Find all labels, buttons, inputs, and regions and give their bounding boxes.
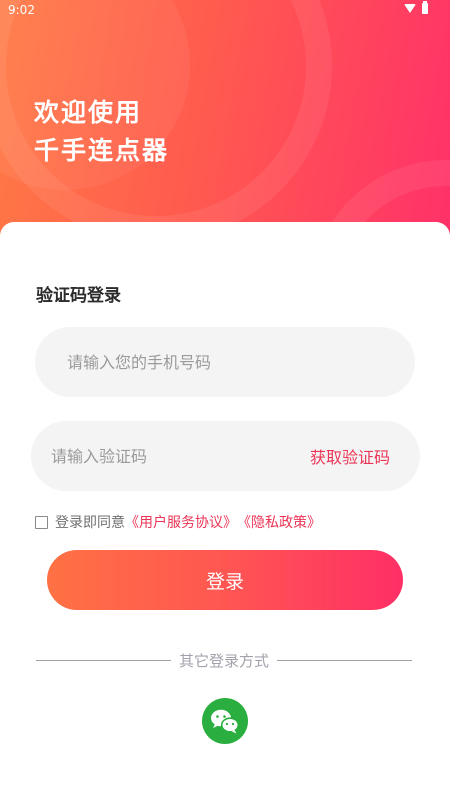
agreement-prefix: 登录即同意: [55, 515, 125, 531]
wechat-login-button[interactable]: [202, 698, 248, 744]
status-icons: [404, 1, 428, 14]
login-section-title: 验证码登录: [36, 286, 121, 306]
verification-code-input[interactable]: [31, 421, 271, 491]
other-login-label: 其它登录方式: [179, 652, 270, 670]
agreement-checkbox[interactable]: [35, 515, 48, 529]
battery-icon: [422, 1, 428, 14]
privacy-link[interactable]: 《隐私政策》: [237, 512, 321, 532]
get-code-button[interactable]: 获取验证码: [310, 444, 390, 468]
code-field-container: 获取验证码: [31, 421, 420, 491]
wechat-icon: [211, 709, 240, 734]
wifi-icon: [404, 4, 416, 13]
divider-line-left: [36, 660, 171, 661]
other-login-divider: 其它登录方式: [36, 650, 413, 671]
welcome-title: 欢迎使用: [34, 98, 143, 127]
agreement-row: 登录即同意 《用户服务协议》 《隐私政策》: [35, 512, 321, 532]
terms-link[interactable]: 《用户服务协议》: [125, 512, 237, 532]
divider-line-right: [277, 660, 413, 661]
app-name-title: 千手连点器: [34, 136, 170, 165]
phone-input[interactable]: [35, 327, 415, 397]
login-button[interactable]: 登录: [47, 550, 403, 610]
status-bar: 9:02: [0, 0, 450, 22]
status-time: 9:02: [8, 3, 35, 17]
login-card: 验证码登录 获取验证码 登录即同意 《用户服务协议》 《隐私政策》 登录 其它登…: [0, 222, 450, 800]
